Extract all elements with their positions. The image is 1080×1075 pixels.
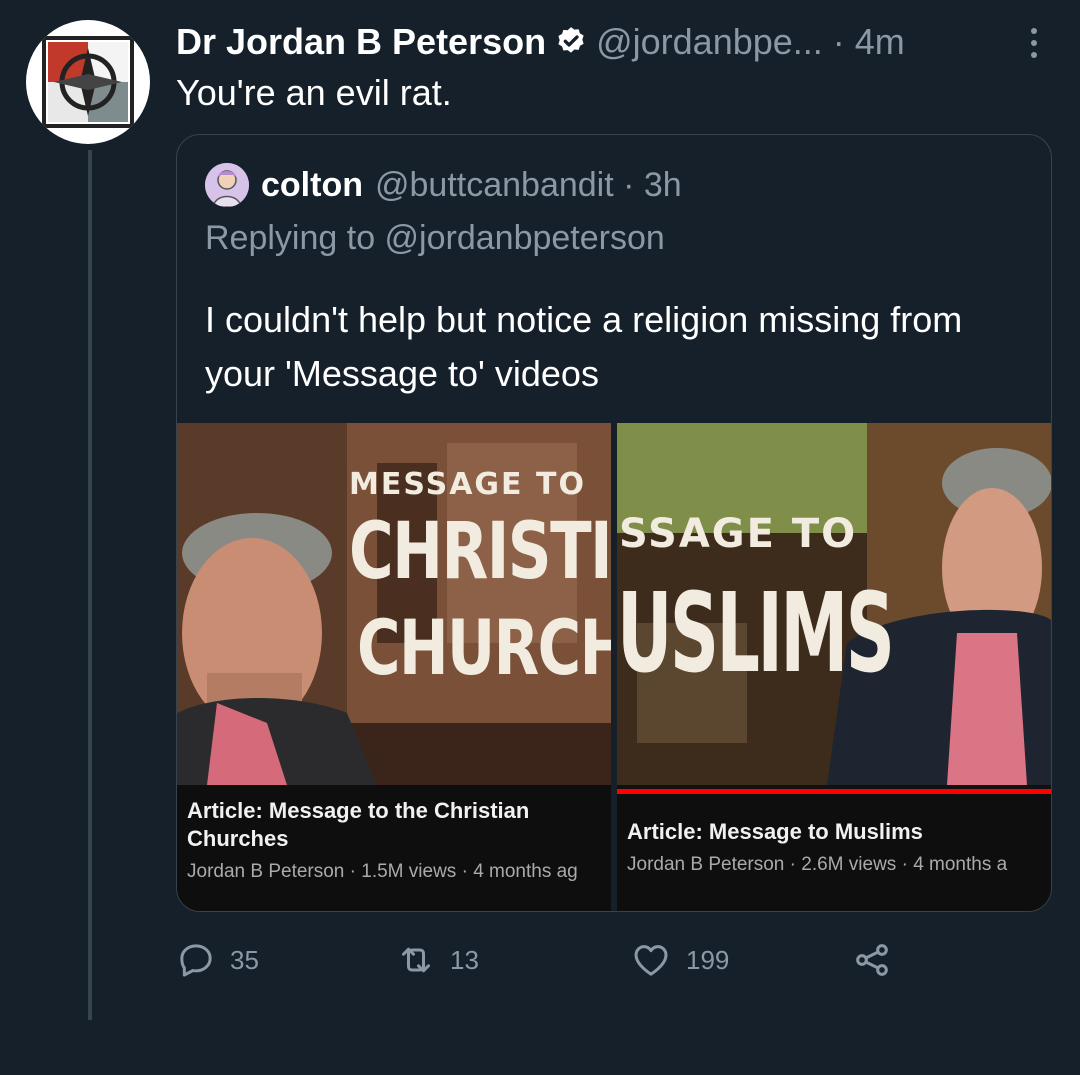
quoted-author-avatar [205,163,249,207]
video-info: Article: Message to the Christian Church… [177,785,611,911]
thread-line [88,150,92,1020]
video-meta: Jordan B Peterson · 2.6M views · 4 month… [627,854,1007,876]
quoted-author-name: colton [261,165,363,204]
separator-dot: · [461,861,474,882]
separator-dot: · [349,861,362,882]
separator-dot: · [789,854,802,875]
video-title[interactable]: Article: Message to Muslims [627,818,1047,846]
tweet-header: Dr Jordan B Peterson @jordanbpe... · 4m [176,18,1040,66]
video-views: 2.6M views [801,854,897,875]
reply-button[interactable]: 35 [176,938,259,982]
tweet-text: You're an evil rat. [176,72,452,113]
video-title[interactable]: Article: Message to the Christian Church… [187,797,607,853]
video-meta: Jordan B Peterson · 1.5M views · 4 month… [187,861,578,883]
video-views: 1.5M views [361,861,457,882]
thumbnail-caption-line-1: SSAGE TO [619,511,858,557]
video-card-muslims[interactable]: SSAGE TO USLIMS Article: Message to Musl… [617,423,1051,911]
quoted-timestamp: 3h [643,165,682,204]
reply-count: 35 [230,944,259,975]
thumbnail-caption-line-3: CHURCH [357,603,611,692]
thumbnail-caption-line-1: MESSAGE TO [349,467,586,502]
video-thumbnail[interactable]: MESSAGE TO CHRISTI CHURCH [177,423,611,785]
verified-badge-icon [554,25,588,59]
share-button[interactable] [852,938,906,982]
share-icon [856,944,888,976]
media-grid: MESSAGE TO CHRISTI CHURCH Article: Messa… [177,423,1051,911]
like-count: 199 [686,944,730,975]
video-age: 4 months ag [473,861,578,882]
retweet-button[interactable]: 13 [396,938,479,982]
video-age: 4 months a [913,854,1008,875]
separator-dot: · [613,165,644,204]
more-options-icon[interactable] [1028,26,1040,69]
reply-icon [180,944,212,977]
video-thumbnail[interactable]: SSAGE TO USLIMS [617,423,1051,785]
quoted-author-handle: @buttcanbandit [374,165,614,204]
quoted-tweet-header: colton @buttcanbandit · 3h [205,161,682,209]
video-info: Article: Message to Muslims Jordan B Pet… [617,794,1051,911]
quoted-tweet-card[interactable]: colton @buttcanbandit · 3h Replying to @… [176,134,1052,912]
author-display-name[interactable]: Dr Jordan B Peterson [176,21,546,63]
retweet-count: 13 [450,944,479,975]
heart-icon [634,945,668,976]
separator-dot: · [832,21,845,62]
quoted-tweet-text: I couldn't help but notice a religion mi… [205,299,963,394]
author-avatar[interactable] [26,20,150,144]
thumbnail-caption-line-2: USLIMS [617,569,895,697]
video-channel: Jordan B Peterson [187,861,345,882]
retweet-icon [402,947,430,973]
like-button[interactable]: 199 [630,938,729,982]
avatar-logo-icon [42,36,134,128]
thumbnail-caption-line-2: CHRISTI [349,507,611,597]
video-card-christian[interactable]: MESSAGE TO CHRISTI CHURCH Article: Messa… [177,423,611,911]
separator-dot: · [901,854,914,875]
replying-to-label: Replying to @jordanbpeterson [205,219,665,257]
tweet-timestamp[interactable]: 4m [855,21,905,63]
video-channel: Jordan B Peterson [627,854,785,875]
tweet-action-bar: 35 13 199 [176,938,896,982]
author-handle[interactable]: @jordanbpe... [596,21,823,63]
